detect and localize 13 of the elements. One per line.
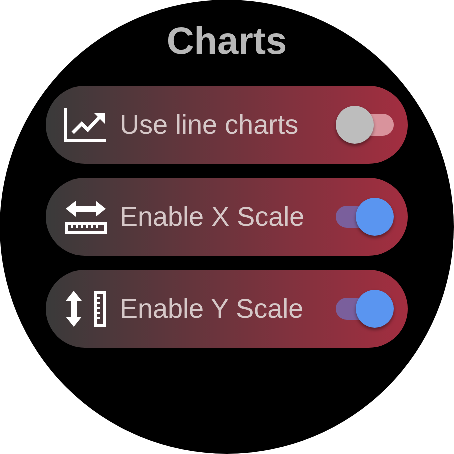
setting-label: Enable X Scale [120,202,306,232]
setting-row[interactable]: Enable X Scale [46,178,408,256]
toggle-switch[interactable] [336,197,394,237]
screen-title: Charts [166,20,288,64]
setting-row[interactable]: Enable Y Scale [46,270,408,348]
setting-label: Use line charts [120,110,300,140]
setting-label: Enable Y Scale [120,294,305,324]
vertical-ruler-icon [64,291,108,327]
line-chart-icon [64,107,108,143]
horizontal-ruler-icon [64,199,108,235]
toggle-switch[interactable] [336,105,394,145]
setting-row[interactable]: Use line charts [46,86,408,164]
toggle-switch[interactable] [336,289,394,329]
